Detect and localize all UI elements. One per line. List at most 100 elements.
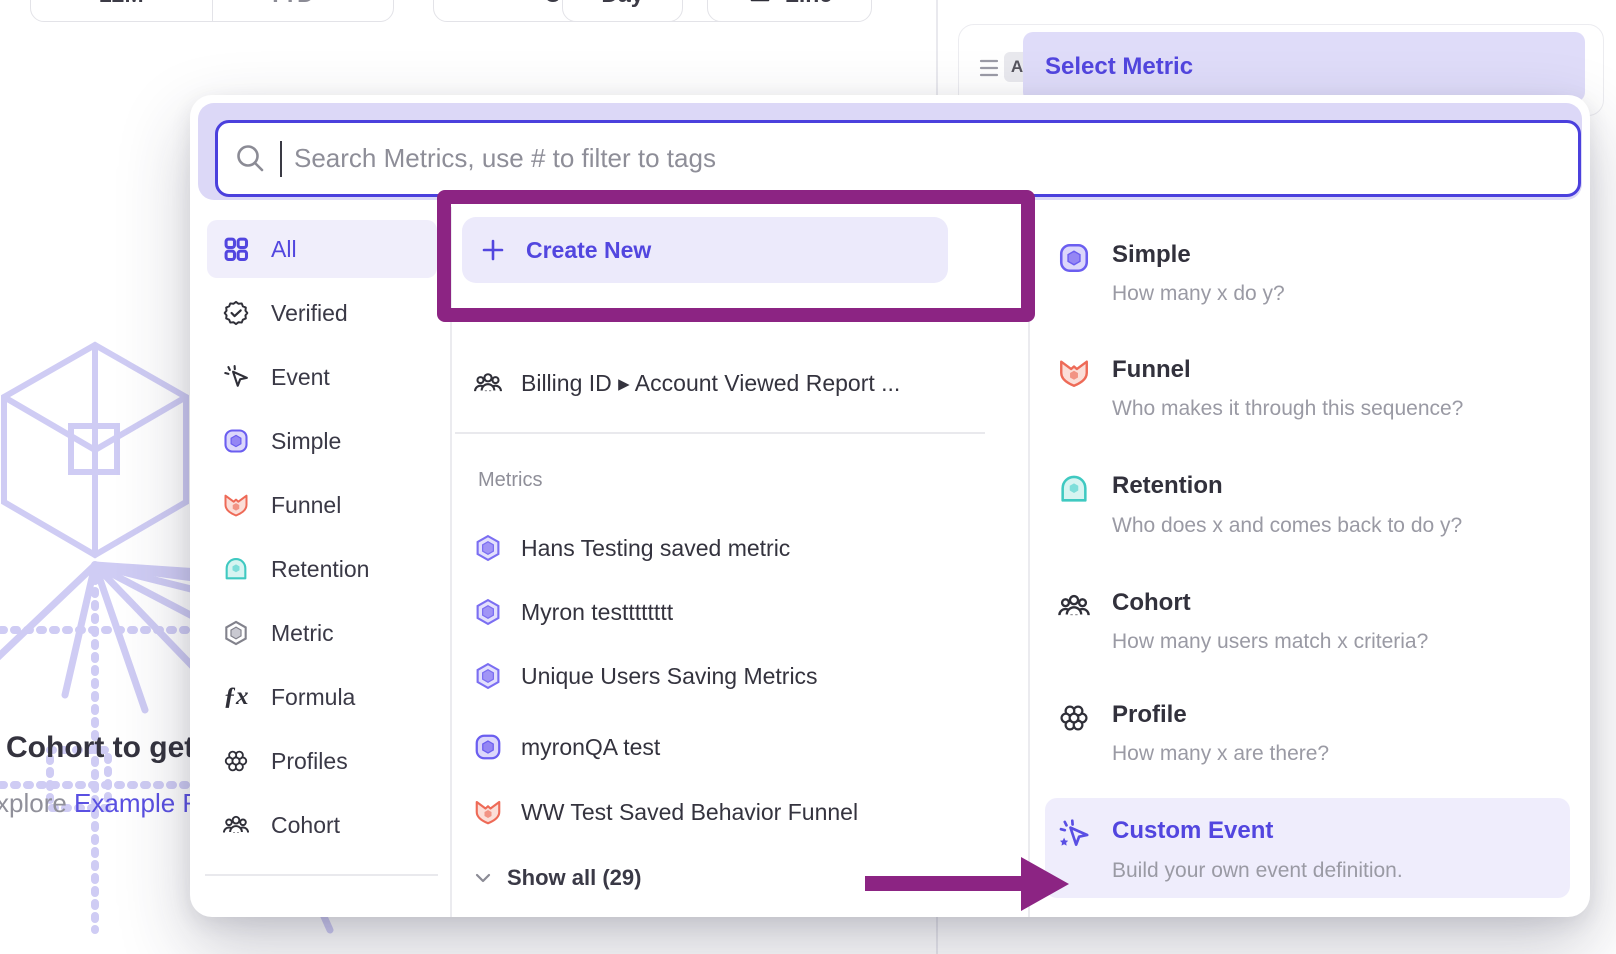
date-range-control: 12M YTD xyxy=(30,0,394,22)
line-chart-icon xyxy=(747,0,773,7)
show-all-toggle[interactable]: Show all (29) xyxy=(473,858,641,898)
profiles-flower-icon xyxy=(221,746,251,776)
recent-item[interactable]: Billing ID ▸ Account Viewed Report ... xyxy=(473,363,900,403)
type-profile-desc: How many x are there? xyxy=(1112,742,1329,766)
metric-hexagon-icon xyxy=(221,618,251,648)
type-simple-desc: How many x do y? xyxy=(1112,282,1285,306)
chevron-down-icon xyxy=(322,0,338,2)
sidebar-item-verified[interactable]: Verified xyxy=(207,284,437,342)
metric-item-label: Hans Testing saved metric xyxy=(521,535,790,562)
range-ytd-button[interactable]: YTD xyxy=(212,0,394,21)
range-12m-label: 12M xyxy=(99,0,144,8)
sidebar-item-label: Cohort xyxy=(271,812,340,839)
section-divider xyxy=(455,432,985,434)
sidebar-item-funnel[interactable]: Funnel xyxy=(207,476,437,534)
range-ytd-label: YTD xyxy=(268,0,314,8)
recent-item-label: Billing ID ▸ Account Viewed Report ... xyxy=(521,370,900,397)
line-label: Line xyxy=(785,0,832,8)
metric-item-label: WW Test Saved Behavior Funnel xyxy=(521,799,858,826)
explore-prefix: xplore xyxy=(0,788,74,818)
metric-list-item[interactable]: Myron testttttttt xyxy=(473,592,673,632)
sidebar-item-metric[interactable]: Metric xyxy=(207,604,437,662)
tag-icon xyxy=(221,915,251,917)
sidebar-item-label: Metric xyxy=(271,620,334,647)
sidebar-item-label: Profiles xyxy=(271,748,348,775)
cohort-people-icon xyxy=(473,368,503,398)
search-header xyxy=(198,103,1582,200)
empty-state-headline: Cohort to get xyxy=(6,731,194,765)
sidebar-item-simple[interactable]: Simple xyxy=(207,412,437,470)
chart-type-line-button[interactable]: Line xyxy=(707,0,872,22)
sidebar-item-event[interactable]: Event xyxy=(207,348,437,406)
simple-metric-icon xyxy=(1056,240,1092,276)
search-field[interactable] xyxy=(215,120,1581,197)
sidebar-item-all[interactable]: All xyxy=(207,220,437,278)
type-cohort[interactable]: Cohort xyxy=(1112,589,1191,617)
type-custom-event-desc: Build your own event definition. xyxy=(1112,859,1403,883)
sidebar-item-profiles[interactable]: Profiles xyxy=(207,732,437,790)
verified-badge-icon xyxy=(221,298,251,328)
chevron-down-icon xyxy=(473,868,493,888)
sidebar-item-formula[interactable]: ƒx Formula xyxy=(207,668,437,726)
drag-handle-icon[interactable] xyxy=(979,55,999,81)
type-cohort-desc: How many users match x criteria? xyxy=(1112,630,1428,654)
text-caret xyxy=(280,141,282,177)
funnel-icon xyxy=(221,490,251,520)
sidebar-item-label: Event xyxy=(271,364,330,391)
annotation-arrow xyxy=(865,876,1023,891)
cohort-people-icon xyxy=(221,810,251,840)
metric-list-item[interactable]: WW Test Saved Behavior Funnel xyxy=(473,792,858,832)
example-link[interactable]: Example R xyxy=(74,788,201,818)
formula-fx-icon: ƒx xyxy=(221,682,251,712)
funnel-icon xyxy=(473,797,503,827)
sidebar-item-label: Simple xyxy=(271,428,341,455)
explore-hint: xplore Example R xyxy=(0,788,201,819)
saved-metric-hexagon-icon xyxy=(473,597,503,627)
show-all-label: Show all (29) xyxy=(507,865,641,891)
annotation-arrow-head xyxy=(1021,857,1069,911)
search-icon xyxy=(234,142,268,176)
type-funnel[interactable]: Funnel xyxy=(1112,356,1191,384)
granularity-day-button[interactable]: Day xyxy=(562,0,683,22)
type-retention[interactable]: Retention xyxy=(1112,472,1223,500)
day-label: Day xyxy=(601,0,643,8)
select-metric-button[interactable]: Select Metric xyxy=(1023,32,1585,102)
custom-event-highlight xyxy=(1045,798,1570,898)
metric-item-label: Myron testttttttt xyxy=(521,599,673,626)
metric-list-item[interactable]: Unique Users Saving Metrics xyxy=(473,656,818,696)
metrics-section-label: Metrics xyxy=(478,469,542,492)
sidebar-item-label: Formula xyxy=(271,684,355,711)
sidebar-item-label: Retention xyxy=(271,556,369,583)
metric-item-label: myronQA test xyxy=(521,734,660,761)
retention-icon xyxy=(1056,471,1092,507)
select-metric-label: Select Metric xyxy=(1045,53,1193,81)
metric-list-item[interactable]: myronQA test xyxy=(473,727,660,767)
type-simple[interactable]: Simple xyxy=(1112,241,1191,269)
simple-metric-icon xyxy=(221,426,251,456)
retention-icon xyxy=(221,554,251,584)
annotation-highlight-box xyxy=(437,190,1035,322)
search-input[interactable] xyxy=(294,143,1578,174)
type-funnel-desc: Who makes it through this sequence? xyxy=(1112,397,1463,421)
sidebar-item-label: T xyxy=(271,917,285,918)
range-12m-button[interactable]: 12M xyxy=(31,0,212,21)
sidebar-item-partial[interactable]: T xyxy=(207,901,437,917)
event-cursor-icon xyxy=(221,362,251,392)
sidebar-item-label: Funnel xyxy=(271,492,341,519)
profiles-flower-icon xyxy=(1056,700,1092,736)
grid-icon xyxy=(221,234,251,264)
saved-metric-hexagon-icon xyxy=(473,533,503,563)
sidebar-item-label: All xyxy=(271,236,297,263)
type-retention-desc: Who does x and comes back to do y? xyxy=(1112,514,1462,538)
saved-metric-hexagon-icon xyxy=(473,661,503,691)
sidebar-item-cohort[interactable]: Cohort xyxy=(207,796,437,854)
cohort-people-icon xyxy=(1056,588,1092,624)
metric-list-item[interactable]: Hans Testing saved metric xyxy=(473,528,790,568)
type-profile[interactable]: Profile xyxy=(1112,701,1187,729)
funnel-icon xyxy=(1056,355,1092,391)
sidebar-divider xyxy=(205,874,438,876)
sidebar-item-retention[interactable]: Retention xyxy=(207,540,437,598)
type-custom-event[interactable]: Custom Event xyxy=(1112,817,1273,845)
screen: Cohort to get xplore Example R 12M YTD C… xyxy=(0,0,1616,954)
custom-event-icon xyxy=(1056,816,1092,852)
